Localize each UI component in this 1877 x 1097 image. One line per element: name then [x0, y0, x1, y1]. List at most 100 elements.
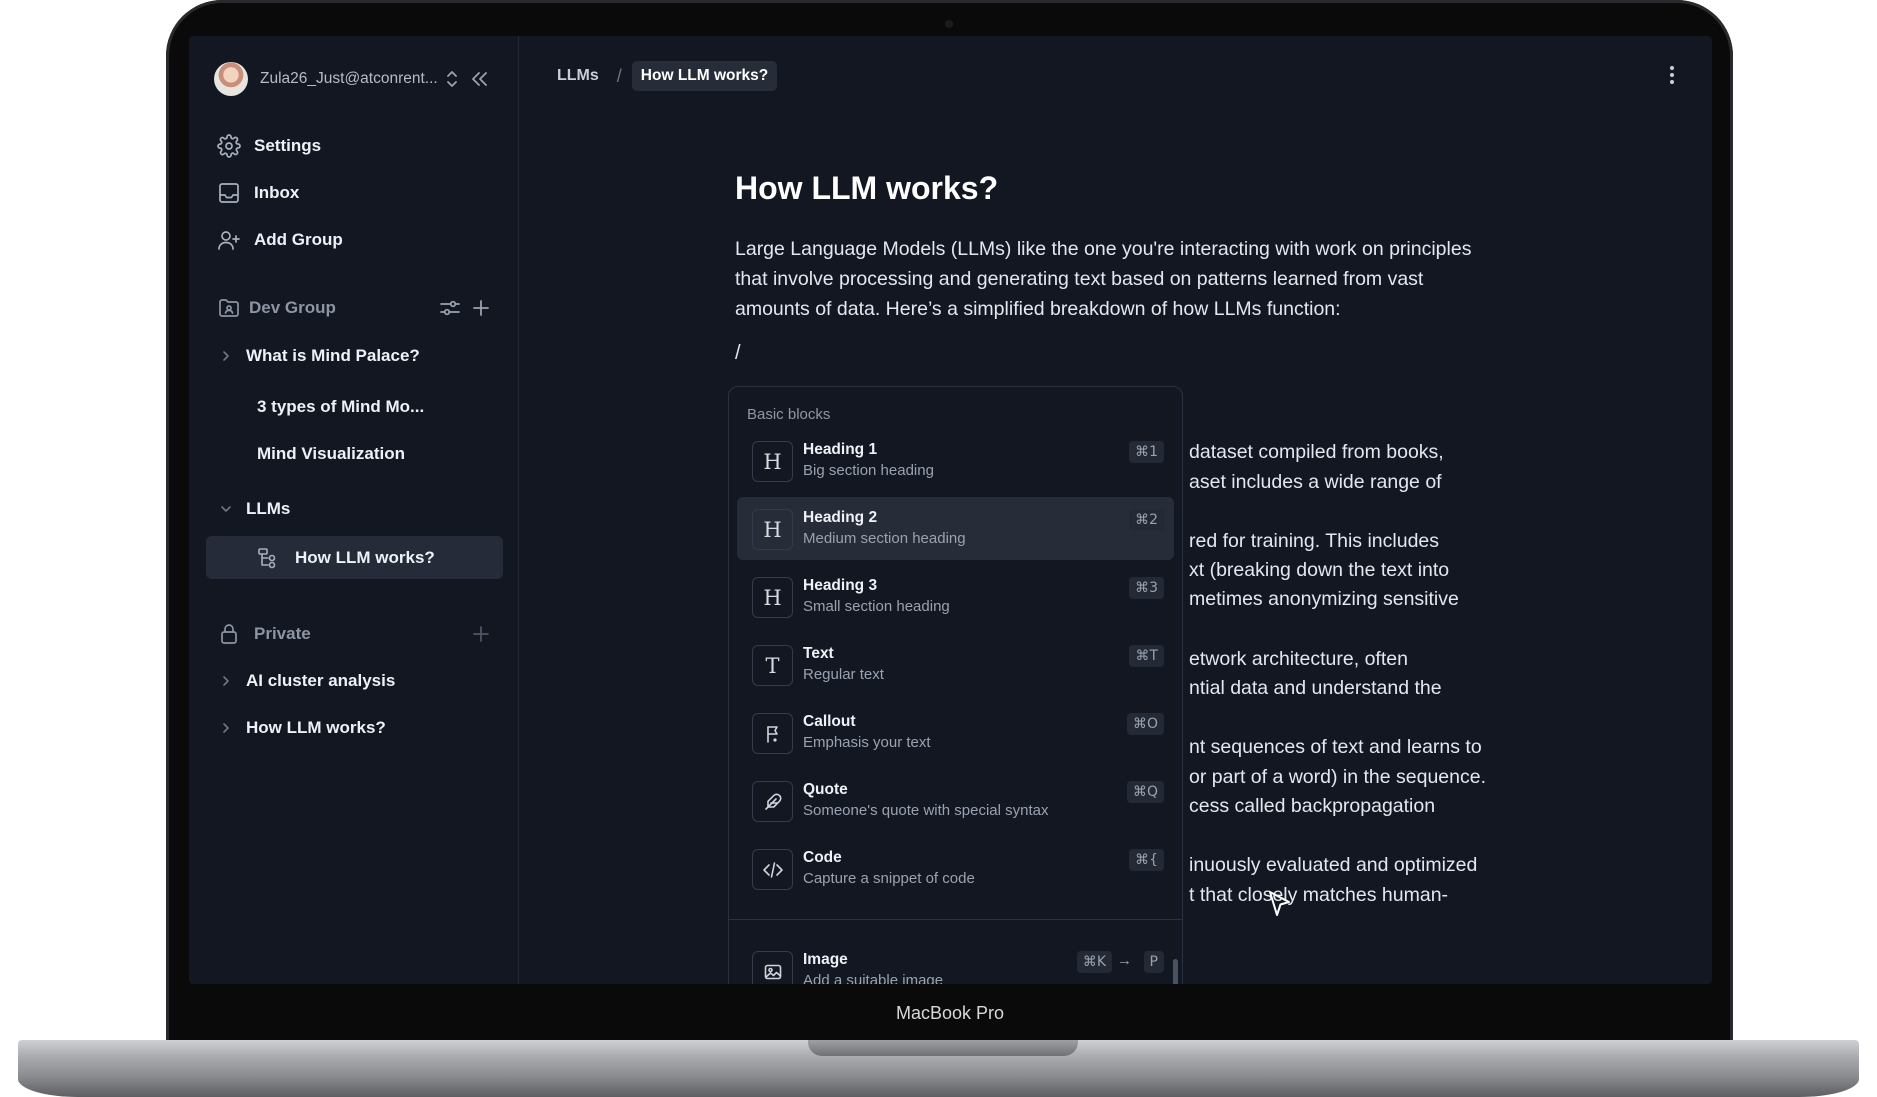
menu-item-heading-2[interactable]: H Heading 2 Medium section heading ⌘2 [737, 497, 1174, 560]
account-switcher[interactable]: Zula26_Just@atconrent... [214, 62, 440, 96]
breadcrumb: LLMs / How LLM works? [549, 60, 778, 92]
chevron-right-icon[interactable] [219, 349, 233, 363]
shortcut-badge: ⌘1 [1129, 441, 1164, 463]
breadcrumb-separator: / [616, 65, 622, 86]
add-page-icon[interactable] [469, 622, 493, 646]
menu-item-desc: Medium section heading [803, 530, 966, 547]
chevron-down-icon[interactable] [219, 502, 233, 516]
tree-item-how-llm-works[interactable]: How LLM works? [257, 543, 435, 573]
inbox-icon [217, 181, 241, 205]
device-label: MacBook Pro [895, 1003, 1005, 1023]
menu-item-label: Heading 3 [803, 577, 878, 594]
tree-label: What is Mind Palace? [246, 346, 420, 365]
menu-item-desc: Small section heading [803, 598, 950, 615]
shortcut-badge: ⌘O [1126, 713, 1164, 735]
heading-icon: H [752, 441, 793, 482]
filter-icon[interactable] [438, 296, 462, 320]
doc-text-line: nt sequences of text and learns to [1189, 736, 1482, 758]
tree-label: Mind Visualization [257, 444, 405, 463]
section-private[interactable]: Private [217, 620, 311, 648]
doc-text-line: dataset compiled from books, [1189, 441, 1444, 463]
block-menu: Basic blocks H Heading 1 Big section hea… [728, 386, 1183, 984]
chevron-right-icon[interactable] [219, 674, 233, 688]
menu-item-desc: Big section heading [803, 462, 934, 479]
add-user-icon [217, 228, 241, 252]
slash-command-input[interactable]: / [735, 342, 741, 365]
menu-item-label: Heading 2 [803, 509, 878, 526]
menu-item-heading-3[interactable]: H Heading 3 Small section heading ⌘3 [737, 565, 1174, 628]
shortcut-badge: ⌘3 [1129, 577, 1164, 599]
shortcut-badge: ⌘Q [1126, 781, 1164, 803]
menu-item-code[interactable]: Code Capture a snippet of code ⌘{ [737, 837, 1174, 900]
menu-item-heading-1[interactable]: H Heading 1 Big section heading ⌘1 [737, 429, 1174, 492]
shortcut-badge: ⌘{ [1129, 849, 1164, 871]
doc-text-line: etwork architecture, often [1189, 648, 1408, 670]
arrow-right-icon: → [1117, 952, 1132, 969]
menu-item-desc: Capture a snippet of code [803, 870, 975, 887]
mouse-pointer-icon [1266, 888, 1294, 920]
menu-item-label: Image [803, 951, 848, 968]
more-vertical-icon[interactable] [1662, 62, 1682, 88]
menu-item-desc: Add a suitable image [803, 972, 944, 984]
shortcut-badge: ⌘2 [1129, 509, 1164, 531]
laptop-notch [808, 1040, 1078, 1056]
doc-text-line: ntial data and understand the [1189, 677, 1442, 699]
menu-item-image[interactable]: Image Add a suitable image ⌘K → P [737, 939, 1174, 984]
menu-scrollbar[interactable] [1173, 959, 1178, 984]
avatar [214, 62, 248, 96]
section-label: Dev Group [249, 298, 336, 317]
menu-item-label: Code [803, 849, 842, 866]
camera-dot [945, 20, 953, 28]
menu-item-quote[interactable]: Quote Someone's quote with special synta… [737, 769, 1174, 832]
lock-icon [217, 622, 241, 646]
code-icon [752, 849, 793, 890]
breadcrumb-current[interactable]: How LLM works? [631, 61, 778, 91]
doc-paragraph[interactable]: Large Language Models (LLMs) like the on… [735, 234, 1475, 324]
menu-item-label: Quote [803, 781, 848, 798]
menu-item-label: Text [803, 645, 834, 662]
tree-item-private-how-llm[interactable]: How LLM works? [219, 713, 386, 743]
tree-item-llms[interactable]: LLMs [219, 494, 290, 524]
menu-item-desc: Someone's quote with special syntax [803, 802, 1049, 819]
breadcrumb-parent[interactable]: LLMs [549, 61, 607, 91]
nav-add-group[interactable]: Add Group [217, 225, 343, 255]
menu-item-label: Heading 1 [803, 441, 878, 458]
add-page-icon[interactable] [469, 296, 493, 320]
doc-text-line: metimes anonymizing sensitive [1189, 588, 1459, 610]
menu-heading: Basic blocks [747, 406, 831, 423]
tree-label: LLMs [246, 499, 291, 518]
menu-item-text[interactable]: T Text Regular text ⌘T [737, 633, 1174, 696]
chevron-updown-icon[interactable] [443, 68, 461, 90]
section-dev-group[interactable]: Dev Group [217, 294, 336, 322]
tree-item-ai-cluster[interactable]: AI cluster analysis [219, 666, 395, 696]
doc-text-line: or part of a word) in the sequence. [1189, 766, 1487, 788]
doc-text-line: cess called backpropagation [1189, 795, 1436, 817]
heading-icon: H [752, 509, 793, 550]
nav-label: Settings [254, 136, 322, 155]
flag-icon [752, 713, 793, 754]
nav-inbox[interactable]: Inbox [217, 178, 299, 208]
doc-text-line: aset includes a wide range of [1189, 471, 1442, 493]
sidebar: Zula26_Just@atconrent... Settings Inbox … [189, 36, 519, 984]
tree-label: How LLM works? [246, 718, 386, 737]
tree-item-mind-visualization[interactable]: Mind Visualization [257, 439, 405, 469]
gear-icon [217, 134, 241, 158]
shortcut-badge: ⌘K [1076, 951, 1112, 973]
app-window: Zula26_Just@atconrent... Settings Inbox … [189, 36, 1712, 984]
page-tree-icon [257, 546, 283, 570]
collapse-sidebar-icon[interactable] [469, 68, 491, 90]
feather-icon [752, 781, 793, 822]
doc-text-line: red for training. This includes [1189, 530, 1440, 552]
menu-divider [729, 919, 1182, 920]
tree-item-mind-models[interactable]: 3 types of Mind Mo... [257, 392, 424, 422]
doc-text-line: xt (breaking down the text into [1189, 559, 1450, 581]
chevron-right-icon[interactable] [219, 721, 233, 735]
tree-label: How LLM works? [295, 548, 435, 567]
text-icon: T [752, 645, 793, 686]
nav-label: Add Group [254, 230, 343, 249]
doc-text-line: t that closely matches human- [1189, 884, 1449, 906]
tree-item-mind-palace[interactable]: What is Mind Palace? [219, 341, 420, 371]
nav-settings[interactable]: Settings [217, 131, 321, 161]
menu-item-callout[interactable]: Callout Emphasis your text ⌘O [737, 701, 1174, 764]
account-name: Zula26_Just@atconrent... [260, 70, 438, 87]
